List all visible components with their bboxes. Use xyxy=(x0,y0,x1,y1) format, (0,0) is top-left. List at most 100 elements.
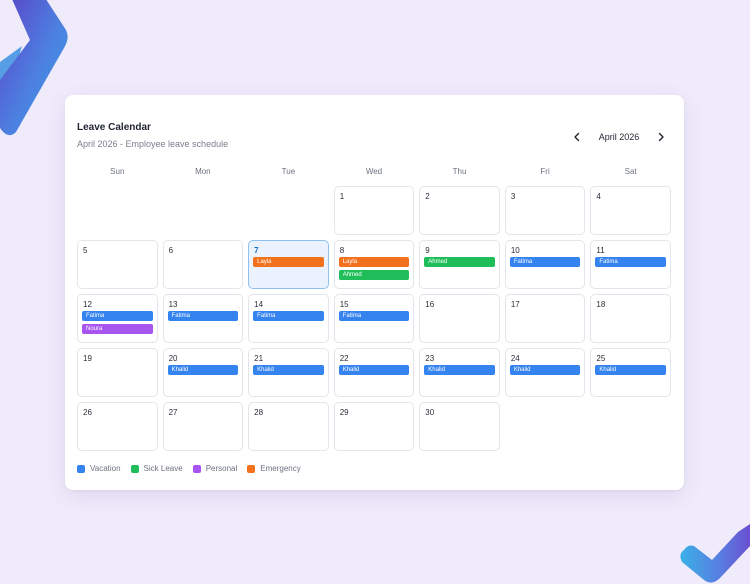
leave-event-vacation[interactable]: Fatima xyxy=(338,311,410,321)
legend-swatch xyxy=(247,464,256,473)
chevron-right-icon xyxy=(658,132,664,142)
leave-event-vacation[interactable]: Khalid xyxy=(167,365,239,375)
day-number: 9 xyxy=(425,246,430,255)
day-cell[interactable]: 16 xyxy=(419,294,500,343)
day-events: Fatima xyxy=(338,311,410,324)
day-cell[interactable]: 24 Khalid xyxy=(504,348,586,397)
day-number: 24 xyxy=(510,354,520,363)
leave-event-vacation[interactable]: Fatima xyxy=(595,257,666,267)
day-cell[interactable]: 6 xyxy=(162,240,244,289)
day-number: 6 xyxy=(168,246,174,255)
leave-event-vacation[interactable]: Khalid xyxy=(509,365,581,375)
page-title: Leave Calendar xyxy=(77,122,151,133)
day-cell[interactable]: 3 xyxy=(504,186,586,235)
leave-event-sick[interactable]: Ahmed xyxy=(424,257,495,267)
day-number: 28 xyxy=(254,408,264,417)
day-cell[interactable]: 21 Khalid xyxy=(248,348,329,397)
day-cell[interactable]: 22 Khalid xyxy=(333,348,415,397)
leave-event-vacation[interactable]: Khalid xyxy=(424,365,495,375)
day-cell[interactable]: 9 Ahmed xyxy=(419,240,500,289)
next-month-button[interactable] xyxy=(654,130,668,144)
day-events: Khalid xyxy=(253,365,324,378)
day-number: 20 xyxy=(168,354,178,363)
day-cell[interactable]: 11 Fatima xyxy=(590,240,671,289)
prev-month-button[interactable] xyxy=(570,130,584,144)
day-number: 21 xyxy=(254,354,264,363)
day-events: Layla Ahmed xyxy=(338,257,410,283)
day-number: 22 xyxy=(339,354,349,363)
day-cell-today[interactable]: 7 Layla xyxy=(248,240,329,289)
legend-swatch xyxy=(77,464,85,473)
leave-event-vacation[interactable]: Khalid xyxy=(253,365,324,375)
day-number: 7 xyxy=(254,246,259,255)
weekday-label: Mon xyxy=(195,167,211,176)
day-events: Khalid xyxy=(509,365,581,378)
day-number: 3 xyxy=(510,192,516,201)
leave-event-vacation[interactable]: Fatima xyxy=(509,257,581,267)
day-number: 25 xyxy=(596,354,606,363)
day-cell[interactable]: 14 Fatima xyxy=(248,294,329,343)
day-number: 14 xyxy=(254,300,264,309)
day-events: Khalid xyxy=(595,365,666,378)
day-number: 26 xyxy=(83,408,92,417)
day-events: Khalid xyxy=(167,365,239,378)
day-cell[interactable]: 13 Fatima xyxy=(162,294,244,343)
day-number: 10 xyxy=(510,246,520,255)
day-cell[interactable]: 10 Fatima xyxy=(504,240,586,289)
day-cell[interactable]: 30 xyxy=(419,402,500,451)
day-events: Khalid xyxy=(338,365,410,378)
day-cell[interactable]: 4 xyxy=(590,186,671,235)
day-cell[interactable]: 26 xyxy=(77,402,158,451)
day-number: 27 xyxy=(168,408,178,417)
legend-label: Vacation xyxy=(90,464,121,473)
weekday-label: Wed xyxy=(365,167,383,176)
legend-label: Sick Leave xyxy=(143,464,183,473)
day-cell[interactable]: 28 xyxy=(248,402,329,451)
legend-item-emergency: Emergency xyxy=(247,464,301,473)
leave-type-legend: Vacation Sick Leave Personal Emergency xyxy=(77,464,311,473)
leave-event-vacation[interactable]: Khalid xyxy=(338,365,410,375)
day-cell[interactable]: 17 xyxy=(504,294,586,343)
leave-event-vacation[interactable]: Fatima xyxy=(82,311,153,321)
decorative-shape-top-left xyxy=(0,0,68,136)
day-number: 23 xyxy=(425,354,435,363)
day-cell[interactable]: 18 xyxy=(590,294,671,343)
day-cell[interactable]: 29 xyxy=(333,402,415,451)
month-navigation: April 2026 xyxy=(570,130,668,144)
day-events: Fatima xyxy=(167,311,239,324)
day-cell[interactable]: 25 Khalid xyxy=(590,348,671,397)
day-cell[interactable]: 19 xyxy=(77,348,158,397)
day-cell[interactable]: 27 xyxy=(162,402,244,451)
leave-event-emergency[interactable]: Layla xyxy=(253,257,324,267)
weekday-label: Sat xyxy=(624,167,637,176)
page-subtitle: April 2026 - Employee leave schedule xyxy=(77,139,229,149)
day-number: 11 xyxy=(596,246,605,255)
leave-event-vacation[interactable]: Khalid xyxy=(595,365,666,375)
day-cell[interactable]: 12 Fatima Noura xyxy=(77,294,158,343)
leave-event-personal[interactable]: Noura xyxy=(82,324,153,334)
leave-event-vacation[interactable]: Fatima xyxy=(167,311,239,321)
day-number: 30 xyxy=(425,408,435,417)
empty-day-cell xyxy=(77,186,158,235)
day-number: 29 xyxy=(339,408,349,417)
day-cell[interactable]: 23 Khalid xyxy=(419,348,500,397)
legend-item-vacation: Vacation xyxy=(77,464,121,473)
empty-day-cell xyxy=(248,186,329,235)
leave-event-sick[interactable]: Ahmed xyxy=(338,270,410,280)
day-cell[interactable]: 1 xyxy=(333,186,415,235)
day-cell[interactable]: 8 Layla Ahmed xyxy=(333,240,415,289)
day-cell[interactable]: 2 xyxy=(419,186,500,235)
current-month-label: April 2026 xyxy=(598,132,640,142)
day-events: Khalid xyxy=(424,365,495,378)
day-events: Layla xyxy=(253,257,324,270)
legend-label: Emergency xyxy=(260,464,301,473)
weekday-header-row: Sun Mon Tue Wed Thu Fri Sat xyxy=(77,167,671,179)
day-cell[interactable]: 15 Fatima xyxy=(333,294,415,343)
leave-event-emergency[interactable]: Layla xyxy=(338,257,410,267)
weekday-label: Sun xyxy=(110,167,125,176)
day-cell[interactable]: 5 xyxy=(77,240,158,289)
day-cell[interactable]: 20 Khalid xyxy=(162,348,244,397)
leave-event-vacation[interactable]: Fatima xyxy=(253,311,324,321)
day-number: 18 xyxy=(596,300,606,309)
legend-swatch xyxy=(130,464,139,473)
